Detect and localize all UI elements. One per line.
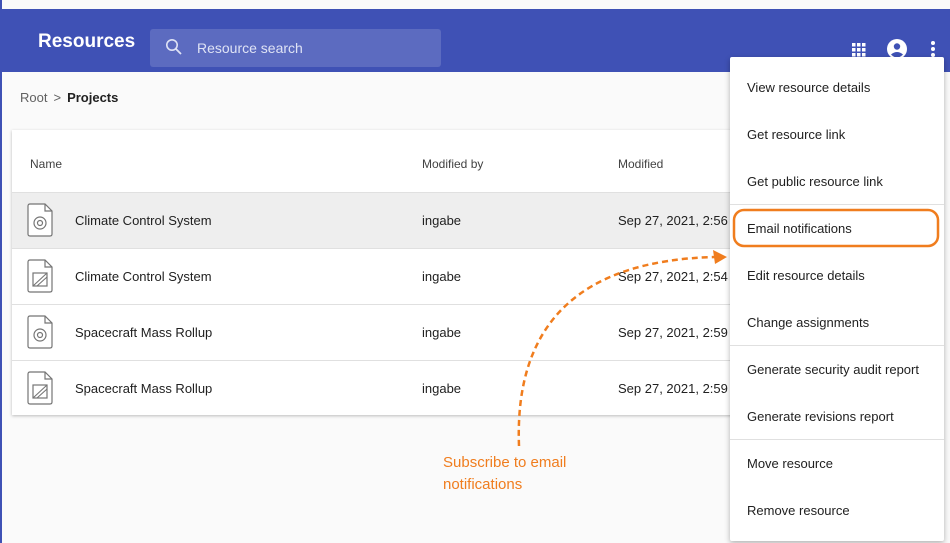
annotation-line-1: Subscribe to email <box>443 454 567 471</box>
annotation-arrow <box>517 255 716 447</box>
annotation-callout: Subscribe to email notifications <box>443 452 566 496</box>
annotation-line-2: notifications <box>443 476 523 493</box>
highlight-outline <box>732 208 940 248</box>
arrowhead-icon <box>713 250 727 264</box>
